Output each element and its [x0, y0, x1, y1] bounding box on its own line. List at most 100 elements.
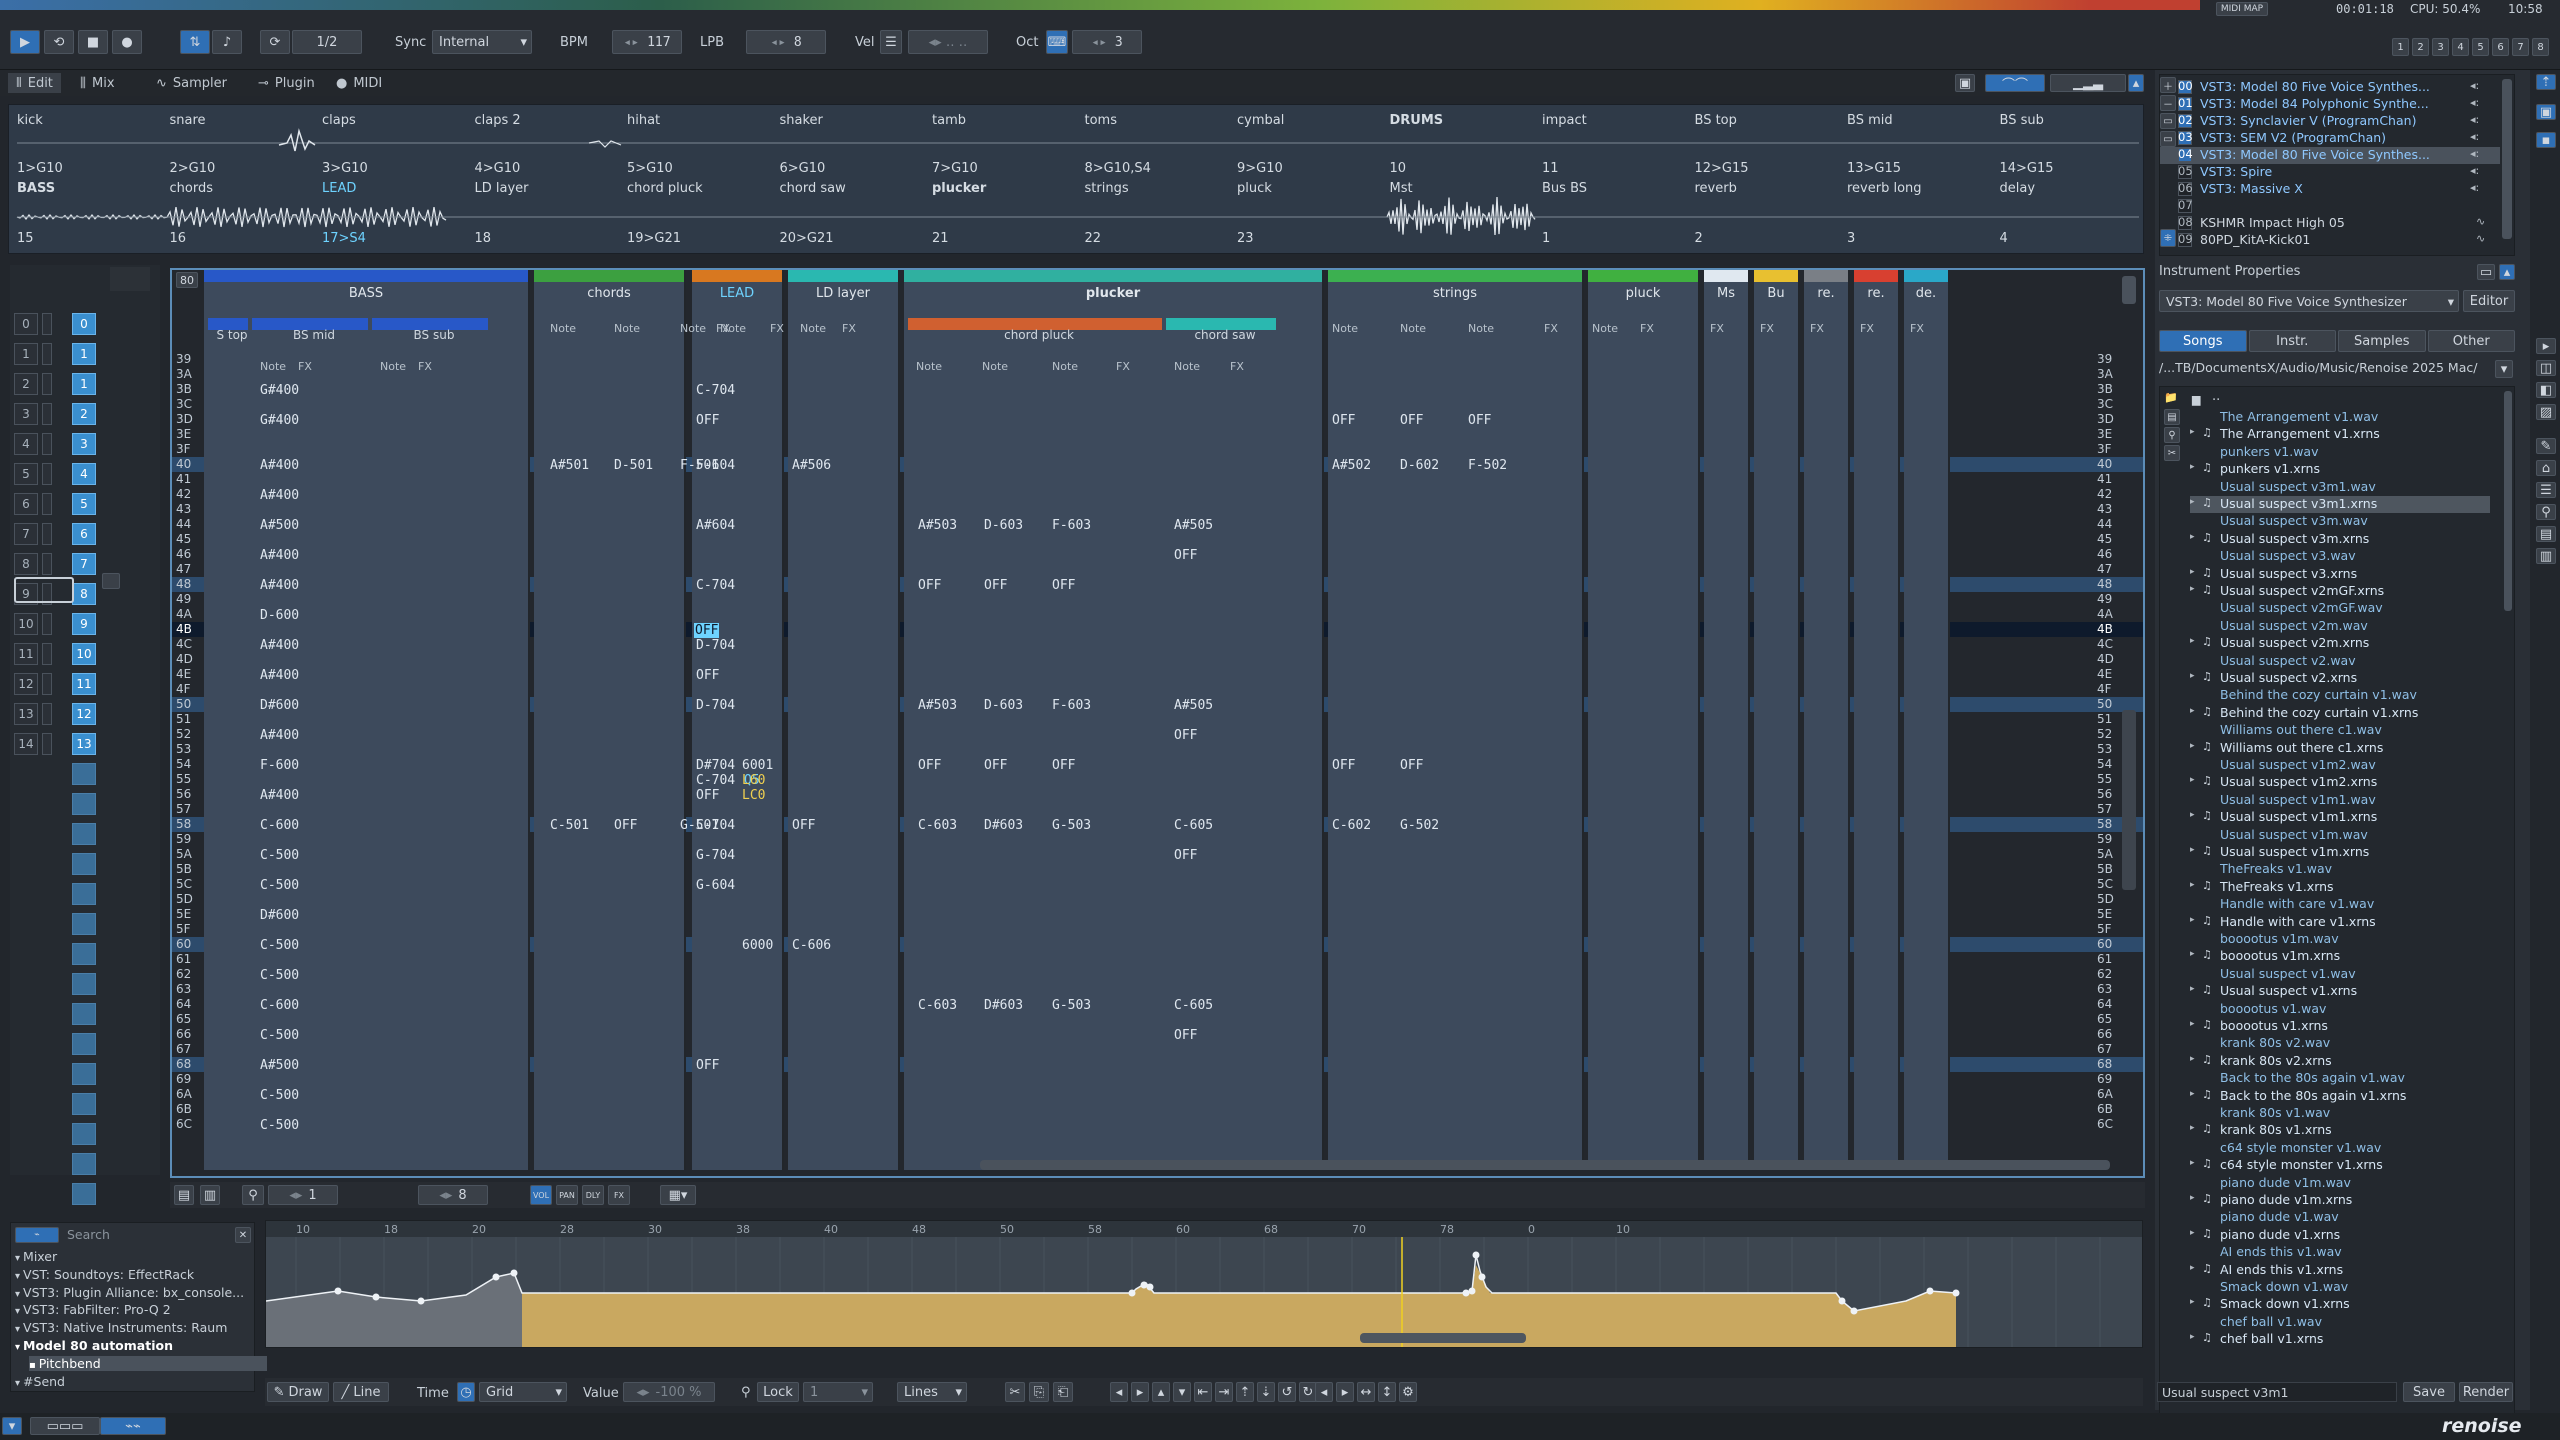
lead-fx[interactable]: 6001 [742, 758, 773, 773]
track-scope-name[interactable]: reverb long [1847, 181, 1922, 196]
pattern-length-field[interactable]: ◂▸ 8 [418, 1185, 488, 1205]
automation-point[interactable] [492, 1273, 500, 1281]
instrument-name[interactable]: VST3: Massive X [2200, 181, 2464, 196]
track-name[interactable]: plucker [904, 286, 1322, 301]
file-row[interactable]: chef ball v1.wav [2190, 1314, 2490, 1331]
tool-icon[interactable]: ✎ [2536, 438, 2556, 454]
strings-note[interactable]: OFF [1332, 413, 1355, 428]
track-scope-name[interactable]: claps 2 [475, 113, 521, 128]
chord-pluck-note[interactable]: D-603 [984, 518, 1023, 533]
bs-mid-note[interactable]: C-500 [260, 878, 299, 893]
sequence-slot[interactable]: 4 [14, 433, 38, 455]
file-name[interactable]: Usual suspect v1.wav [2220, 966, 2356, 981]
bs-mid-note[interactable]: A#400 [260, 548, 299, 563]
instrument-name[interactable]: VST3: Model 84 Polyphonic Synthe... [2200, 96, 2464, 111]
pattern-slot-empty[interactable] [72, 973, 96, 995]
page-button[interactable]: 5 [2472, 38, 2489, 56]
file-name[interactable]: Usual suspect v1m1.xrns [2220, 809, 2377, 824]
ld-layer-note[interactable]: A#506 [792, 458, 831, 473]
pattern-slot-empty[interactable] [72, 1153, 96, 1175]
tab-other[interactable]: Other [2427, 330, 2515, 352]
scope-icon[interactable]: ▣ [1955, 74, 1975, 92]
bs-mid-note[interactable]: C-500 [260, 968, 299, 983]
automation-point[interactable] [417, 1297, 425, 1305]
strings-note[interactable]: D-602 [1400, 458, 1439, 473]
lead-note[interactable]: D#704 [696, 758, 735, 773]
transform-icon[interactable]: ⇥ [1215, 1382, 1233, 1402]
file-name[interactable]: booootus v1.xrns [2220, 1018, 2328, 1033]
lead-note[interactable]: C-704 [696, 818, 735, 833]
collapse-icon[interactable]: ▴ [2128, 74, 2144, 92]
browser-path[interactable]: /...TB/DocumentsX/Audio/Music/Renoise 20… [2159, 360, 2489, 380]
panning-column-toggle[interactable]: PAN [556, 1185, 578, 1205]
pattern-editor[interactable]: 39 3A 3B 3C 3D 3E 3F 40 41 42 43 44 45 46 47 48 49 4A 4B 4C… [170, 268, 2145, 1178]
instrument-name[interactable]: KSHMR Impact High 05 [2200, 215, 2464, 230]
chord-pluck-note[interactable]: OFF [1052, 758, 1075, 773]
bs-mid-note[interactable]: A#400 [260, 488, 299, 503]
sidebar-icon[interactable]: ▭ [2477, 264, 2495, 280]
lead-note[interactable]: OFF [696, 1058, 719, 1073]
save-button[interactable]: Save [2403, 1382, 2455, 1402]
transform-icon[interactable]: ⇤ [1194, 1382, 1212, 1402]
settings-icon[interactable]: ⚙ [1399, 1382, 1417, 1402]
browser-tool-icon[interactable]: ▤ [2164, 409, 2180, 425]
transform-icon[interactable]: ▸ [1131, 1382, 1149, 1402]
bs-mid-note[interactable]: A#400 [260, 728, 299, 743]
chord-pluck-note[interactable]: A#503 [918, 698, 957, 713]
loop-icon[interactable]: ⟲ [44, 30, 74, 54]
automation-point[interactable] [1468, 1287, 1476, 1295]
tab-songs[interactable]: Songs [2159, 330, 2247, 352]
bs-mid-note[interactable]: C-500 [260, 938, 299, 953]
link-icon[interactable]: ▣ [2536, 104, 2556, 120]
transform-icon[interactable]: ⇣ [1257, 1382, 1275, 1402]
pattern-slot-empty[interactable] [72, 943, 96, 965]
pattern-slot-empty[interactable] [72, 1183, 96, 1205]
file-row[interactable]: The Arrangement v1.wav [2190, 409, 2490, 426]
parent-folder[interactable]: .. [2212, 389, 2220, 404]
play-icon[interactable]: ▶ [10, 30, 40, 54]
track-scope-name[interactable]: kick [17, 113, 43, 128]
automation-point[interactable] [1838, 1297, 1846, 1305]
lines-count[interactable]: 80 [176, 272, 198, 288]
lead-note[interactable]: G-604 [696, 878, 735, 893]
file-row[interactable]: Usual suspect v3m.wav [2190, 513, 2490, 530]
chord-saw-note[interactable]: C-605 [1174, 818, 1213, 833]
track-name[interactable]: Bu [1754, 286, 1798, 301]
mute-slot[interactable] [42, 673, 52, 695]
file-name[interactable]: punkers v1.xrns [2220, 461, 2320, 476]
filename-field[interactable]: Usual suspect v3m1 [2157, 1382, 2397, 1402]
track-scope-name[interactable]: BS top [1695, 113, 1737, 128]
subtrack-name[interactable]: BS mid [256, 328, 372, 342]
sequence-slot[interactable]: 11 [14, 643, 38, 665]
automation-point[interactable] [1850, 1307, 1858, 1315]
bs-mid-note[interactable]: C-500 [260, 848, 299, 863]
strings-note[interactable]: G-502 [1400, 818, 1439, 833]
file-name[interactable]: booootus v1.wav [2220, 1001, 2326, 1016]
chord-pluck-note[interactable]: A#503 [918, 518, 957, 533]
tab-midi[interactable]: ● MIDI [328, 73, 390, 93]
file-row[interactable]: ▸ ♫ Usual suspect v1m.xrns [2190, 844, 2490, 861]
sequence-slot[interactable]: 1 [14, 343, 38, 365]
stop-icon[interactable]: ■ [78, 30, 108, 54]
chord-pluck-note[interactable]: D#603 [984, 998, 1023, 1013]
sequence-slot[interactable]: 7 [14, 523, 38, 545]
file-row[interactable]: punkers v1.wav [2190, 444, 2490, 461]
track-re1[interactable]: re. [1804, 270, 1850, 1170]
pattern-slot-empty[interactable] [72, 853, 96, 875]
pattern-slot[interactable]: 6 [72, 523, 96, 545]
transform-icon[interactable]: ↺ [1278, 1382, 1296, 1402]
chord-note[interactable]: A#501 [550, 458, 589, 473]
subtrack-name[interactable]: S top [212, 328, 252, 342]
file-row[interactable]: Usual suspect v1m1.wav [2190, 792, 2490, 809]
bs-mid-note[interactable]: D-600 [260, 608, 299, 623]
track-name[interactable]: LEAD [692, 286, 782, 301]
strings-note[interactable]: OFF [1400, 758, 1423, 773]
instrument-list[interactable]: 00 VST3: Model 80 Five Voice Synthes... ◂:… [2159, 74, 2515, 256]
automation-view-button[interactable]: ⌁⌁ [100, 1417, 166, 1435]
strings-note[interactable]: OFF [1468, 413, 1491, 428]
device-item[interactable]: ▾ #Send [15, 1374, 253, 1389]
file-row[interactable]: ▸ ♫ piano dude v1m.xrns [2190, 1192, 2490, 1209]
chord-pluck-note[interactable]: OFF [918, 758, 941, 773]
pattern-slot-empty[interactable] [72, 1093, 96, 1115]
track-scope-name[interactable]: BASS [17, 181, 55, 196]
